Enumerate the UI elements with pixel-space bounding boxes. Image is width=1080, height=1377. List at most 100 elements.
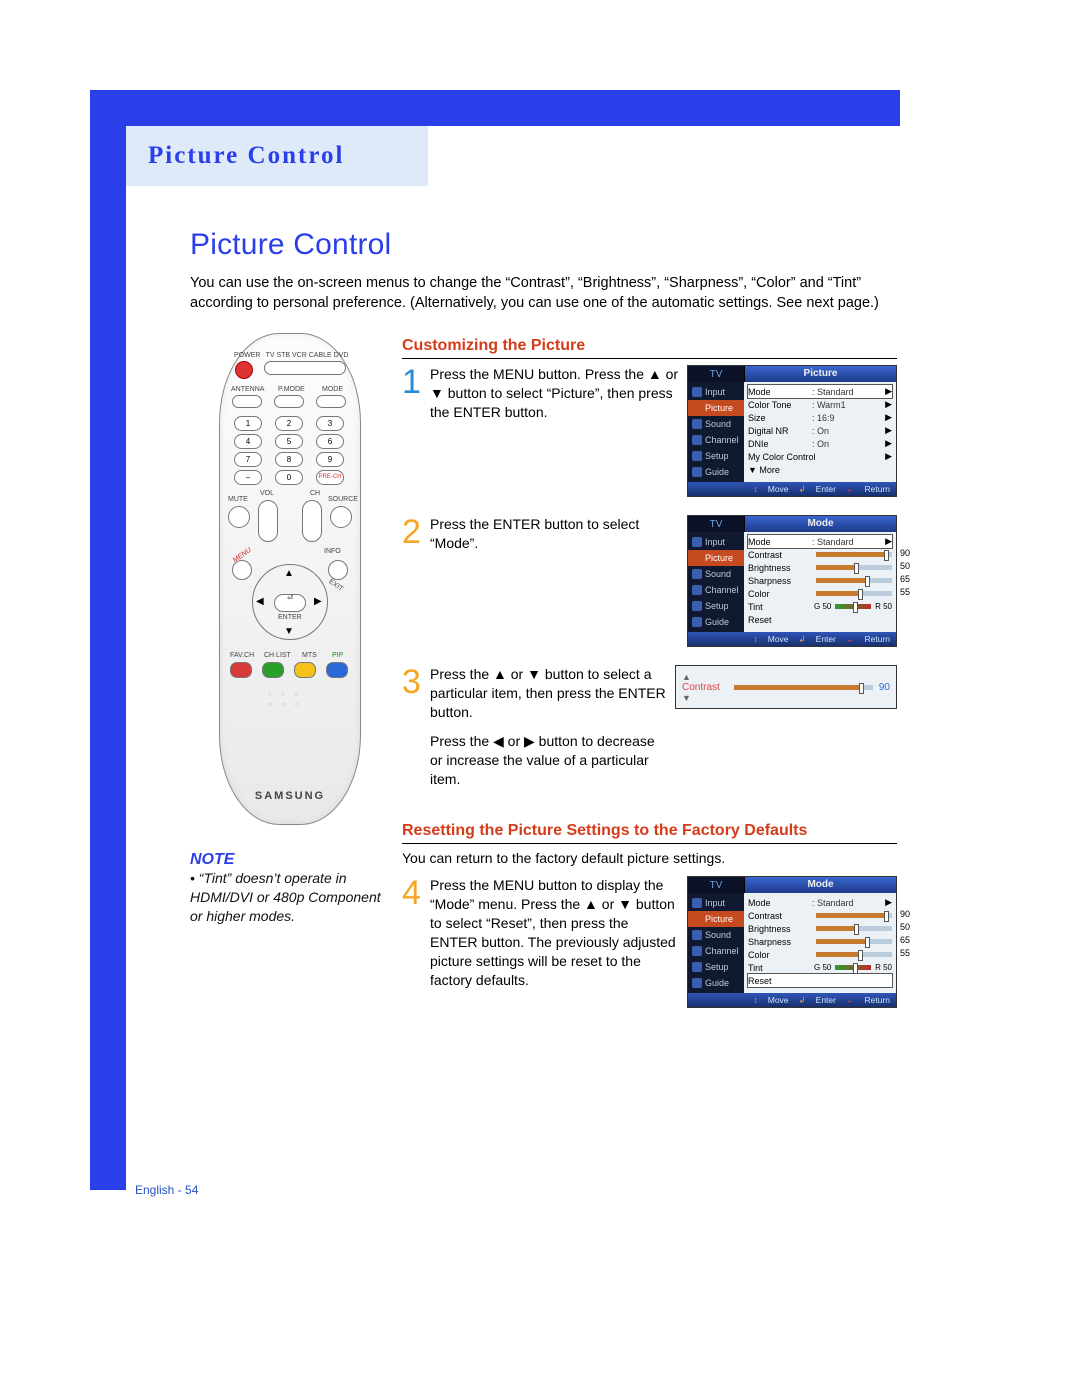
subheader-reset: Resetting the Picture Settings to the Fa… <box>402 822 897 844</box>
setup-icon <box>692 962 702 972</box>
osd-side-setup: Setup <box>688 448 744 464</box>
remote-label-favch: FAV.CH <box>230 652 254 659</box>
enter-icon: ↲ <box>799 484 806 495</box>
channel-icon <box>692 946 702 956</box>
mute-button <box>228 506 250 528</box>
osd-sidebar: Input Picture Sound Channel Setup Guide <box>688 382 744 482</box>
osd-side-sound: Sound <box>688 416 744 432</box>
step-1-text: Press the MENU button. Press the ▲ or ▼ … <box>430 365 687 497</box>
chapter-title-bg: Picture Control <box>126 126 428 186</box>
osd-title: Picture <box>745 366 896 382</box>
remote-label-chlist: CH LIST <box>264 652 291 659</box>
osd-footer-3: ↕Move ↲Enter ←Return <box>688 993 896 1007</box>
keypad-2: 2 <box>275 416 303 431</box>
move-icon: ↕ <box>753 484 757 494</box>
note-body: • “Tint” doesn’t operate in HDMI/DVI or … <box>190 869 390 926</box>
note-heading: NOTE <box>190 851 390 869</box>
keypad-9: 9 <box>316 452 344 467</box>
dpad-up-icon: ▲ <box>284 568 294 579</box>
osd-side-setup-2: Setup <box>688 598 744 614</box>
step-4: 4 Press the MENU button to display the “… <box>402 876 897 1008</box>
keypad-3: 3 <box>316 416 344 431</box>
guide-icon <box>692 978 702 988</box>
input-icon <box>692 387 702 397</box>
remote-label-mute: MUTE <box>228 496 248 503</box>
osd-row-mycolor: My Color Control▶ <box>748 450 892 463</box>
left-column: POWER TV STB VCR CABLE DVD ANTENNA P.MOD… <box>190 333 390 926</box>
intro-text: You can use the on-screen menus to chang… <box>190 274 910 313</box>
channel-icon <box>692 585 702 595</box>
osd-row-size: Size: 16:9▶ <box>748 411 892 424</box>
remote-label-exit: EXIT <box>327 578 344 593</box>
page: { "chapter": "Picture Control", "section… <box>0 0 1080 1377</box>
osd-side-channel: Channel <box>688 432 744 448</box>
osd-footer-2: ↕Move ↲Enter ←Return <box>688 632 896 646</box>
remote-label-source: SOURCE <box>328 496 358 503</box>
osd-reset-menu: TV Mode Input Picture Sound Channel Setu… <box>687 876 897 1008</box>
remote-label-vol: VOL <box>260 490 274 497</box>
green-button <box>262 662 284 678</box>
osd-slider-sharpness: Sharpness65 <box>748 574 892 587</box>
step-3b-text: Press the ◀ or ▶ button to decrease or i… <box>430 732 667 789</box>
sound-icon <box>692 569 702 579</box>
step-2: 2 Press the ENTER button to select “Mode… <box>402 515 897 647</box>
subheader-customizing: Customizing the Picture <box>402 337 897 359</box>
remote-label-mts: MTS <box>302 652 317 659</box>
red-button <box>230 662 252 678</box>
step-number-4: 4 <box>402 876 430 1008</box>
remote-label-enter: ENTER <box>278 614 302 621</box>
contrast-label: Contrast <box>682 682 730 693</box>
osd-footer: ↕Move ↲Enter ←Return <box>688 482 896 496</box>
yellow-button <box>294 662 316 678</box>
pmode-button <box>274 395 304 408</box>
remote-label-antenna: ANTENNA <box>231 386 264 393</box>
chapter-title: Picture Control <box>148 142 344 170</box>
step-number-2: 2 <box>402 515 430 647</box>
osd-side-guide: Guide <box>688 464 744 480</box>
vol-rocker <box>258 500 278 542</box>
osd-tv-tab-3: TV <box>688 877 745 893</box>
dpad-right-icon: ▶ <box>314 596 322 607</box>
keypad-5: 5 <box>275 434 303 449</box>
step-3a-text: Press the ▲ or ▼ button to select a part… <box>430 665 667 722</box>
right-column: Customizing the Picture 1 Press the MENU… <box>402 333 897 1026</box>
setup-icon <box>692 451 702 461</box>
osd-row-reset-sel: Reset <box>748 974 892 987</box>
sound-icon <box>692 930 702 940</box>
osd-tv-tab-2: TV <box>688 516 745 532</box>
osd-row-dnie: DNIe: On▶ <box>748 437 892 450</box>
step-1: 1 Press the MENU button. Press the ▲ or … <box>402 365 897 497</box>
osd-slider-brightness: Brightness50 <box>748 561 892 574</box>
osd-mode-menu: TV Mode Input Picture Sound Channel Setu… <box>687 515 897 647</box>
remote-label-pmode: P.MODE <box>278 386 305 393</box>
osd-side-input: Input <box>688 384 744 400</box>
input-icon <box>692 537 702 547</box>
osd-row-colortone: Color Tone: Warm1▶ <box>748 398 892 411</box>
step-3: 3 Press the ▲ or ▼ button to select a pa… <box>402 665 897 788</box>
remote-label-mode: MODE <box>322 386 343 393</box>
step-number-3: 3 <box>402 665 430 788</box>
osd-slider-tint: TintG 50R 50 <box>748 600 892 613</box>
osd-side-guide-2: Guide <box>688 614 744 630</box>
osd-row-mode-2: Mode: Standard▶ <box>748 535 892 548</box>
keypad-8: 8 <box>275 452 303 467</box>
setup-icon <box>692 601 702 611</box>
page-footer: English - 54 <box>135 1183 198 1197</box>
remote-label-row1: TV STB VCR CABLE DVD <box>264 352 350 359</box>
return-icon: ← <box>846 484 855 494</box>
osd-main-3: Mode: Standard▶ Contrast90 Brightness50 … <box>744 893 896 993</box>
step-number-1: 1 <box>402 365 430 497</box>
osd-tv-tab: TV <box>688 366 745 382</box>
arrow-right-icon: ▶ <box>885 386 892 397</box>
blue-button <box>326 662 348 678</box>
osd-side-picture: Picture <box>688 400 744 416</box>
source-button <box>330 506 352 528</box>
dpad-down-icon: ▼ <box>284 626 294 637</box>
sound-icon <box>692 419 702 429</box>
osd-title-2: Mode <box>745 516 896 532</box>
dots-row-1: ○ ○ ○ <box>268 692 302 698</box>
contrast-value: 90 <box>879 682 890 693</box>
channel-icon <box>692 435 702 445</box>
osd-row-more: ▼ More <box>748 463 892 476</box>
osd-slider-color: Color55 <box>748 587 892 600</box>
